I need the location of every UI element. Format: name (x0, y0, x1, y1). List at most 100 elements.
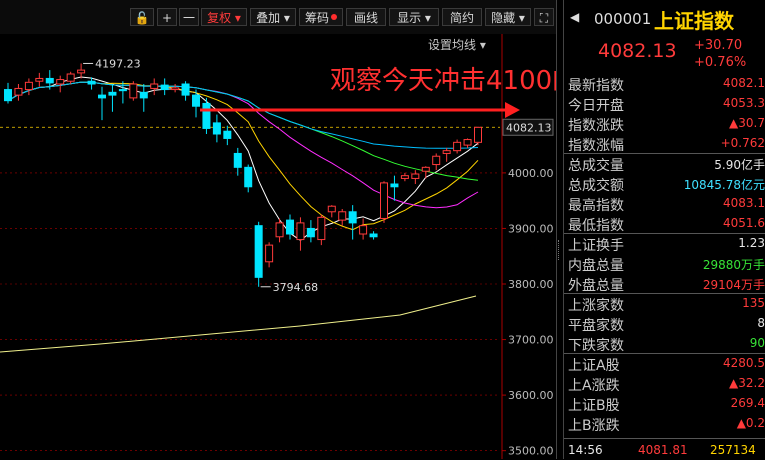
candle (286, 214, 294, 240)
quote-row: 总成交量 5.90亿手 (564, 154, 765, 174)
candle (24, 78, 33, 96)
zoom-in-button[interactable]: + (157, 8, 177, 26)
quote-value: 29104万手 (702, 278, 765, 292)
quote-label: 下跌家数 (568, 338, 624, 354)
quote-row: 指数涨幅 +0.762 (564, 134, 765, 154)
candle-body (171, 87, 180, 91)
candle (223, 125, 232, 146)
overlay-button[interactable]: 叠加 ▾ (250, 8, 296, 26)
candle-body (129, 83, 138, 99)
candle-body (160, 84, 169, 91)
lock-button[interactable]: 🔓 (130, 8, 154, 26)
chip-button[interactable]: 筹码 (299, 8, 343, 26)
quote-row: 上证B股 269.4 (564, 394, 765, 414)
y-tick-label: 3900.00 (508, 222, 554, 235)
quote-row: 最新指数 4082.1 (564, 74, 765, 94)
candle-body (56, 79, 65, 85)
candle (129, 81, 138, 101)
low-label: 3794.68 (273, 281, 319, 294)
tick-price: 4081.81 (638, 443, 688, 457)
current-price-tag-text: 4082.13 (506, 121, 552, 134)
annotation-arrow-icon (505, 102, 520, 118)
y-tick-label: 3500.00 (508, 445, 554, 458)
index-header: ◀ 000001 上证指数 (564, 0, 765, 36)
quote-value: +0.762 (720, 136, 765, 150)
candle-body (463, 139, 472, 146)
candle-body (4, 89, 12, 102)
quote-label: 上证B股 (568, 398, 620, 414)
high-label: 4197.23 (95, 57, 141, 70)
candle (98, 86, 106, 121)
candle (108, 84, 117, 112)
quote-label: 上B涨跌 (568, 418, 620, 434)
fullscreen-icon[interactable]: ⛶ (534, 8, 554, 26)
candle (338, 209, 347, 226)
candle-body (453, 141, 462, 152)
quote-value: ▲30.7 (729, 116, 765, 130)
quote-row: 上证换手 1.23 (564, 234, 765, 254)
candle-body (66, 73, 75, 82)
candle-body (45, 77, 54, 84)
draw-line-button[interactable]: 画线 (346, 8, 386, 26)
fuquan-button[interactable]: 复权 ▾ (201, 8, 247, 26)
candle-body (286, 219, 294, 235)
quote-label: 最低指数 (568, 218, 624, 234)
quote-label: 外盘总量 (568, 278, 624, 294)
quote-label: 平盘家数 (568, 318, 624, 334)
candle-body (24, 81, 33, 91)
display-button[interactable]: 显示 ▾ (389, 8, 439, 26)
quote-label: 上证A股 (568, 358, 620, 374)
tick-volume: 257134 (710, 443, 756, 457)
quote-label: 最新指数 (568, 78, 624, 94)
quote-row: 最低指数 4051.6 (564, 214, 765, 234)
quote-value: 1.23 (738, 236, 765, 250)
quote-label: 最高指数 (568, 198, 624, 214)
candle (171, 84, 180, 93)
candle (160, 78, 169, 96)
candle-body (118, 89, 127, 92)
ma250-line (0, 295, 477, 353)
zoom-out-button[interactable]: 一 (179, 8, 199, 26)
quote-row: 今日开盘 4053.3 (564, 94, 765, 114)
candle (181, 81, 190, 101)
candle-body (296, 222, 305, 241)
candle (463, 138, 472, 148)
hide-button[interactable]: 隐藏 ▾ (485, 8, 531, 26)
simple-button[interactable]: 简约 (442, 8, 482, 26)
candle (275, 218, 284, 243)
candle-body (327, 205, 336, 213)
current-price: 4082.13 (598, 40, 677, 62)
quote-value: 10845.78亿元 (683, 178, 765, 192)
candle-body (181, 83, 190, 96)
candle (35, 72, 44, 87)
quote-value: 5.90亿手 (714, 158, 765, 172)
panel-divider[interactable] (556, 0, 564, 459)
quote-row: 上涨家数 135 (564, 294, 765, 314)
candle-body (359, 225, 368, 235)
candle-body (192, 94, 200, 107)
quote-row: 上B涨跌 ▲0.2 (564, 414, 765, 434)
quote-panel: ◀ 000001 上证指数 4082.13 +30.70 +0.76% 最新指数… (564, 0, 765, 459)
ma-settings-dropdown[interactable]: 设置均线 ▾ (428, 36, 486, 53)
y-tick-label: 3600.00 (508, 389, 554, 402)
quote-value: ▲32.2 (729, 376, 765, 390)
quote-value: 4082.1 (723, 76, 765, 90)
collapse-arrow-icon[interactable]: ◀ (570, 10, 579, 24)
quote-row: 指数涨跌 ▲30.7 (564, 114, 765, 134)
candle (77, 63, 86, 79)
quote-label: 上涨家数 (568, 298, 624, 314)
candle-body (338, 211, 347, 221)
candle (202, 97, 211, 134)
quote-row: 最高指数 4083.1 (564, 194, 765, 214)
tick-time: 14:56 (568, 443, 603, 457)
tick-row: 14:56 4081.81 257134 (564, 438, 765, 460)
quote-value: 90 (749, 336, 765, 350)
candle-body (14, 87, 23, 96)
candle-body (390, 183, 399, 188)
candle-body (432, 155, 441, 166)
candlestick-chart[interactable]: 4000.00 3900.00 3800.00 3700.00 3600.00 3500.… (0, 34, 556, 459)
candle-body (380, 182, 388, 219)
candle (306, 220, 315, 243)
candle (327, 205, 336, 218)
candle-body (202, 102, 211, 129)
